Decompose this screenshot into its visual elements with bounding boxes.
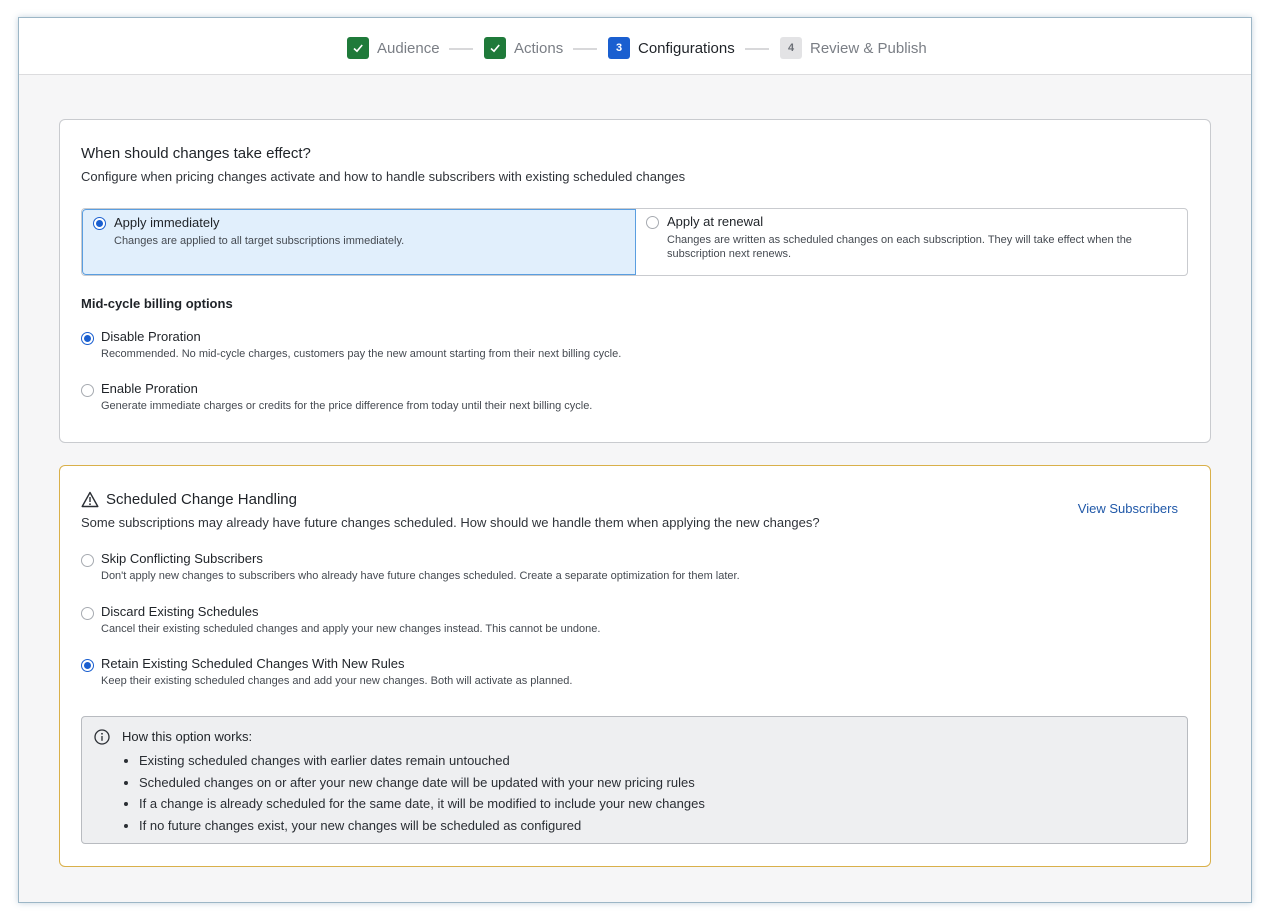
effect-title: When should changes take effect?	[81, 145, 311, 162]
option-label: Apply immediately	[114, 215, 220, 230]
step-number-badge: 3	[608, 37, 630, 59]
step-connector	[745, 48, 769, 50]
option-description: Keep their existing scheduled changes an…	[101, 675, 573, 687]
step-actions[interactable]: Actions	[484, 37, 563, 59]
option-label: Skip Conflicting Subscribers	[101, 551, 263, 566]
wizard-stepper: Audience Actions 3 Configurations 4 Revi…	[19, 18, 1251, 75]
app-window: Audience Actions 3 Configurations 4 Revi…	[18, 17, 1252, 903]
option-description: Don't apply new changes to subscribers w…	[101, 570, 740, 582]
option-label: Discard Existing Schedules	[101, 604, 259, 619]
option-description: Recommended. No mid-cycle charges, custo…	[101, 348, 622, 360]
effect-timing-card: When should changes take effect? Configu…	[59, 119, 1211, 443]
radio-unselected[interactable]	[646, 216, 659, 229]
info-list: Existing scheduled changes with earlier …	[139, 750, 705, 836]
radio-unselected[interactable]	[81, 384, 94, 397]
step-label: Review & Publish	[810, 39, 927, 57]
radio-selected[interactable]	[93, 217, 106, 230]
info-icon	[94, 729, 110, 745]
info-list-item: Scheduled changes on or after your new c…	[139, 772, 705, 794]
midcycle-section-title: Mid-cycle billing options	[81, 296, 233, 311]
scheduled-change-card: Scheduled Change Handling Some subscript…	[59, 465, 1211, 867]
check-icon	[347, 37, 369, 59]
radio-unselected[interactable]	[81, 607, 94, 620]
radio-unselected[interactable]	[81, 554, 94, 567]
option-description: Changes are applied to all target subscr…	[114, 235, 405, 247]
option-label: Apply at renewal	[667, 214, 764, 229]
check-icon	[484, 37, 506, 59]
info-list-item: If no future changes exist, your new cha…	[139, 815, 705, 837]
radio-selected[interactable]	[81, 659, 94, 672]
warning-icon	[81, 491, 99, 508]
apply-at-renewal-option[interactable]: Apply at renewal Changes are written as …	[636, 209, 1187, 275]
step-label: Configurations	[638, 39, 735, 57]
step-audience[interactable]: Audience	[347, 37, 440, 59]
option-label: Retain Existing Scheduled Changes With N…	[101, 656, 405, 671]
info-list-item: If a change is already scheduled for the…	[139, 793, 705, 815]
scheduled-title: Scheduled Change Handling	[106, 491, 297, 508]
option-info-box: How this option works: Existing schedule…	[81, 716, 1188, 844]
info-title: How this option works:	[122, 729, 253, 744]
option-label: Disable Proration	[101, 329, 201, 344]
option-description: Cancel their existing scheduled changes …	[101, 623, 601, 635]
apply-immediately-option[interactable]: Apply immediately Changes are applied to…	[82, 209, 636, 275]
effect-subtitle: Configure when pricing changes activate …	[81, 169, 686, 184]
step-label: Audience	[377, 39, 440, 57]
radio-selected[interactable]	[81, 332, 94, 345]
step-connector	[573, 48, 597, 50]
step-connector	[449, 48, 473, 50]
option-label: Enable Proration	[101, 381, 198, 396]
step-number-badge: 4	[780, 37, 802, 59]
info-list-item: Existing scheduled changes with earlier …	[139, 750, 705, 772]
timing-radio-group: Apply immediately Changes are applied to…	[81, 208, 1188, 276]
option-description: Generate immediate charges or credits fo…	[101, 400, 593, 412]
option-description: Changes are written as scheduled changes…	[667, 234, 1132, 260]
scheduled-subtitle: Some subscriptions may already have futu…	[81, 515, 820, 530]
view-subscribers-link[interactable]: View Subscribers	[1078, 501, 1178, 516]
step-configurations[interactable]: 3 Configurations	[608, 37, 735, 59]
step-label: Actions	[514, 39, 564, 57]
step-review-publish[interactable]: 4 Review & Publish	[780, 37, 927, 59]
